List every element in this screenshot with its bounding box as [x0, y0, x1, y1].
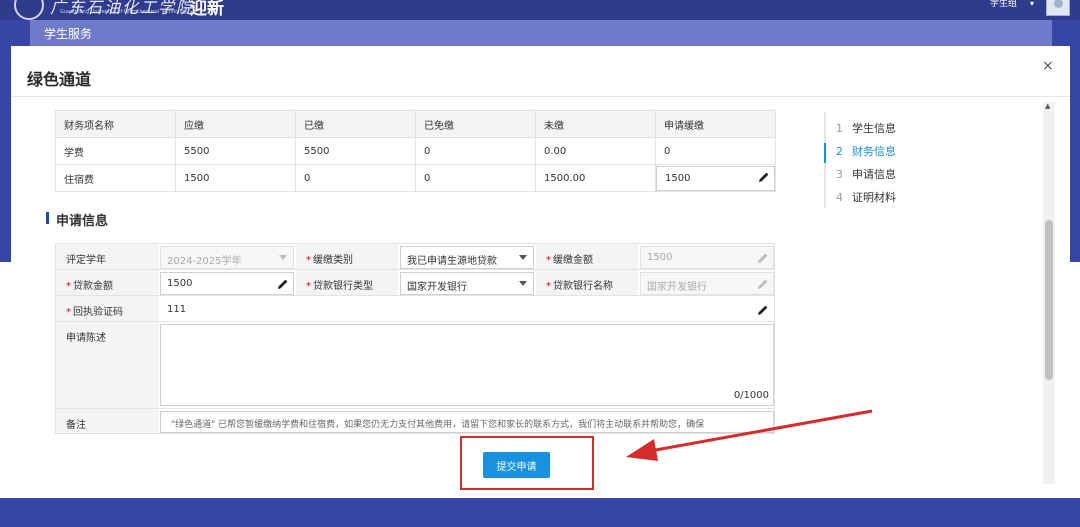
cell-unpaid: 0.00	[535, 137, 656, 165]
form-row: * 回执验证码 111	[55, 295, 775, 322]
step-application-info[interactable]: 3 申请信息	[836, 166, 896, 182]
cell-apply-deferral-editable: 1500	[655, 164, 776, 192]
submit-application-button[interactable]: 提交申请	[483, 452, 550, 478]
header-exempted: 已免缴	[415, 110, 536, 138]
deferral-amount-value: 1500	[665, 172, 691, 184]
deferral-type-select[interactable]: 我已申请生源地贷款	[400, 246, 534, 269]
cell-exempted: 0	[415, 137, 536, 165]
section-title-application: 申请信息	[56, 214, 109, 229]
cell-item-name: 住宿费	[55, 164, 176, 192]
logo-english-name: Guangdong University of Petrochemical Te…	[60, 9, 189, 15]
section-accent-bar	[46, 212, 49, 224]
statement-textarea[interactable]: 0/1000	[160, 324, 774, 406]
pencil-icon[interactable]	[757, 304, 769, 316]
cell-payable: 5500	[175, 137, 296, 165]
deferral-amount-input[interactable]: 1500	[656, 165, 775, 191]
form-row: 评定学年 2024-2025学年 * 缓缴类别 我已申请生源地贷款 * 缓缴金额 1…	[55, 243, 775, 270]
form-row: * 贷款金额 1500 * 贷款银行类型 国家开发银行 * 贷款银行名称 国家开发银行	[55, 269, 775, 296]
close-icon[interactable]: ×	[1042, 58, 1054, 74]
annotation-arrow-icon	[626, 409, 873, 461]
cell-apply-deferral: 0	[655, 137, 776, 165]
header-payable: 应缴	[175, 110, 296, 138]
green-channel-modal: 绿色通道 × ▲ 财务项名称 应缴 已缴 已免缴 未缴 申请缓缴 学费 5500…	[11, 46, 1070, 498]
nav-label-student-service[interactable]: 学生服务	[44, 25, 92, 42]
remark-label: 备注	[56, 409, 159, 433]
header-apply-deferral: 申请缓缴	[655, 110, 776, 138]
background-footer	[0, 498, 1080, 527]
receipt-code-label: * 回执验证码	[56, 296, 159, 321]
loan-amount-input[interactable]: 1500	[160, 272, 294, 295]
form-row: 申请陈述 0/1000	[55, 321, 775, 409]
finance-table-header: 财务项名称 应缴 已缴 已免缴 未缴 申请缓缴	[55, 110, 776, 138]
academic-year-label: 评定学年	[56, 244, 159, 269]
pencil-icon[interactable]	[277, 278, 289, 290]
cell-paid: 0	[295, 164, 416, 192]
cell-exempted: 0	[415, 164, 536, 192]
step-proof-materials[interactable]: 4 证明材料	[836, 189, 896, 205]
chevron-down-icon[interactable]	[519, 281, 527, 286]
user-avatar[interactable]	[1046, 0, 1070, 16]
bank-name-field: 国家开发银行	[640, 272, 774, 295]
active-step-marker	[824, 143, 826, 163]
deferral-amount-field: 1500	[640, 246, 774, 269]
scroll-up-icon[interactable]: ▲	[1045, 102, 1050, 110]
cell-item-name: 学费	[55, 137, 176, 165]
bank-type-label: * 贷款银行类型	[296, 270, 398, 295]
chevron-down-icon[interactable]	[519, 255, 527, 260]
bank-type-select[interactable]: 国家开发银行	[400, 272, 534, 295]
bank-name-label: * 贷款银行名称	[536, 270, 638, 295]
deferral-type-label: * 缓缴类别	[296, 244, 398, 269]
character-counter: 0/1000	[733, 390, 769, 401]
academic-year-select: 2024-2025学年	[160, 246, 294, 269]
user-name[interactable]: 学生组	[990, 0, 1026, 10]
statement-label: 申请陈述	[56, 322, 159, 408]
finance-table: 财务项名称 应缴 已缴 已免缴 未缴 申请缓缴 学费 5500 5500 0 0…	[55, 110, 776, 192]
table-row: 住宿费 1500 0 0 1500.00 1500	[55, 164, 776, 192]
title-divider	[11, 96, 1070, 97]
logo-suffix: 迎新	[190, 0, 224, 19]
user-menu-caret-icon[interactable]: ▾	[1030, 0, 1034, 8]
pencil-icon	[757, 252, 769, 264]
modal-scrollbar[interactable]: ▲	[1043, 102, 1055, 484]
cell-unpaid: 1500.00	[535, 164, 656, 192]
step-finance-info[interactable]: 2 财务信息	[836, 143, 896, 159]
table-row: 学费 5500 5500 0 0.00 0	[55, 137, 776, 165]
watermark-text: 高考直通车APP	[903, 478, 1042, 500]
header-paid: 已缴	[295, 110, 416, 138]
pencil-icon[interactable]	[758, 171, 770, 183]
header-unpaid: 未缴	[535, 110, 656, 138]
modal-title: 绿色通道	[27, 70, 92, 89]
chevron-down-icon	[279, 255, 287, 260]
top-header-bar: 广东石油化工学院 Guangdong University of Petroch…	[0, 0, 1080, 20]
step-student-info[interactable]: 1 学生信息	[836, 120, 896, 136]
university-logo-emblem	[14, 0, 44, 20]
receipt-code-input[interactable]: 111	[160, 298, 774, 321]
loan-amount-label: * 贷款金额	[56, 270, 159, 295]
cell-payable: 1500	[175, 164, 296, 192]
pencil-icon	[757, 278, 769, 290]
service-nav-bar: 学生服务	[30, 20, 1052, 46]
cell-paid: 5500	[295, 137, 416, 165]
header-item-name: 财务项名称	[55, 110, 176, 138]
deferral-amount-label: * 缓缴金额	[536, 244, 638, 269]
scrollbar-thumb[interactable]	[1045, 220, 1053, 380]
